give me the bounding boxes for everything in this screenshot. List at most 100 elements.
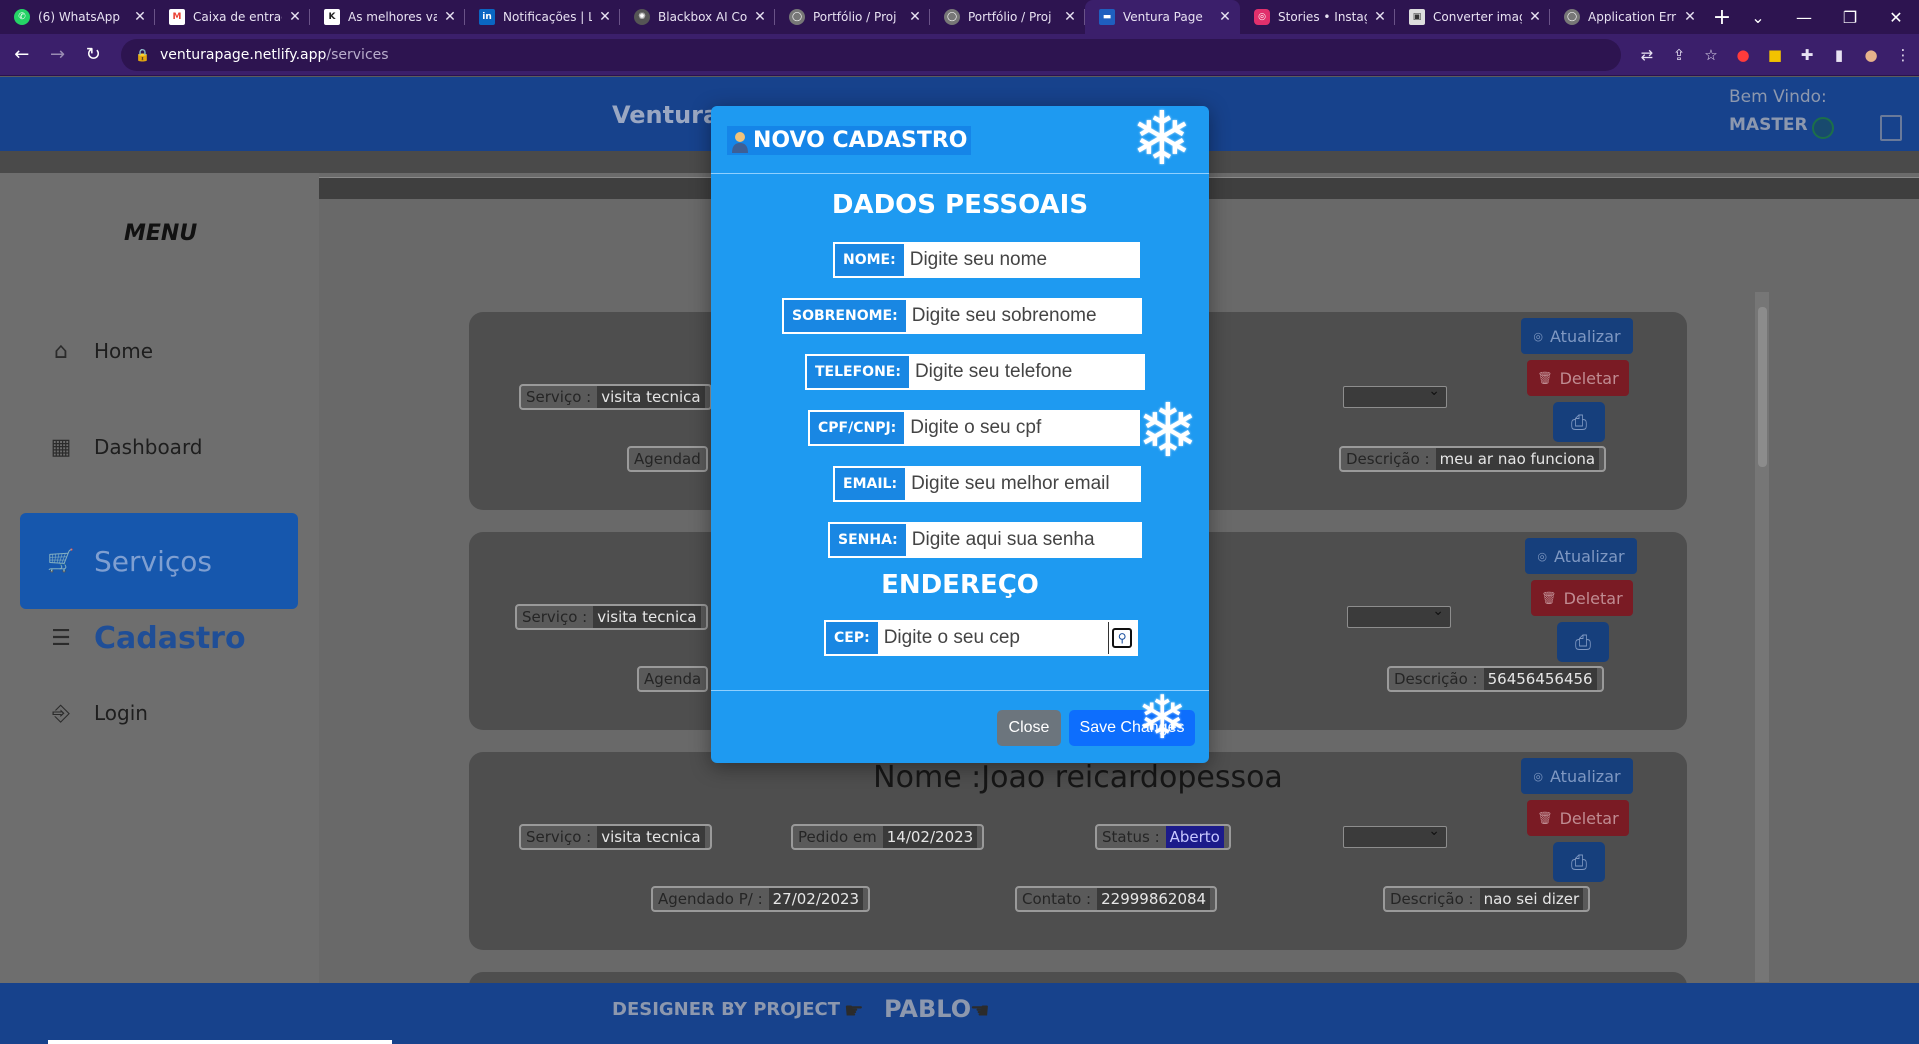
telefone-input[interactable] xyxy=(910,356,1143,388)
status-select[interactable] xyxy=(1343,823,1447,848)
restore-icon[interactable]: ❐ xyxy=(1827,8,1873,27)
sidebar: MENU ⌂ Home ▦ Dashboard 🛒 Serviços ☰ Cad… xyxy=(0,173,319,983)
deletar-button[interactable]: 🗑 Deletar xyxy=(1527,360,1629,396)
atualizar-button[interactable]: ◎ Atualizar xyxy=(1525,538,1637,574)
tab-title: Ventura Page xyxy=(1123,10,1203,24)
sobrenome-input[interactable] xyxy=(907,300,1140,332)
status-select[interactable] xyxy=(1347,603,1451,628)
cpf-input[interactable] xyxy=(906,412,1139,444)
scrollbar-thumb[interactable] xyxy=(1758,307,1767,467)
close-icon[interactable]: ✕ xyxy=(1063,9,1077,25)
logout-icon[interactable] xyxy=(1880,115,1902,141)
service-card: Nome :Joao reicardopessoa Serviço : visi… xyxy=(469,752,1687,950)
close-icon[interactable]: ✕ xyxy=(1373,9,1387,25)
close-button[interactable]: Close xyxy=(997,710,1061,746)
site-title: Ventura xyxy=(612,101,720,129)
close-icon[interactable]: ✕ xyxy=(1218,9,1232,25)
cep-search-button[interactable]: ⚲ xyxy=(1107,622,1136,654)
pedido-chip: Pedido em 14/02/2023 xyxy=(791,824,985,850)
browser-menu-icon[interactable]: ⋮ xyxy=(1887,46,1919,64)
tab-converter[interactable]: ▣ Converter imag ✕ xyxy=(1395,0,1550,34)
sidebar-item-servicos[interactable]: 🛒 Serviços xyxy=(20,513,298,609)
extension-yellow-icon[interactable]: ■ xyxy=(1759,46,1791,64)
profile-avatar-icon[interactable]: ● xyxy=(1855,46,1887,64)
bookmark-star-icon[interactable]: ☆ xyxy=(1695,46,1727,64)
reload-icon[interactable]: ↻ xyxy=(79,41,107,69)
chip-label: Agendad xyxy=(634,450,701,468)
close-icon[interactable]: ✕ xyxy=(908,9,922,25)
new-tab-button[interactable]: + xyxy=(1705,0,1739,34)
deletar-button[interactable]: 🗑 Deletar xyxy=(1531,580,1633,616)
chip-value: visita tecnica xyxy=(593,606,701,628)
servico-chip: Serviço : visita tecnica xyxy=(515,604,708,630)
status-select[interactable] xyxy=(1343,383,1447,408)
address-bar: ← → ↻ 🔒 venturapage.netlify.app/services… xyxy=(0,34,1919,76)
button-label: Deletar xyxy=(1559,808,1619,828)
close-icon[interactable]: ✕ xyxy=(133,9,147,25)
close-icon[interactable]: ✕ xyxy=(1683,9,1697,25)
url-path: /services xyxy=(326,46,389,63)
minimize-icon[interactable]: — xyxy=(1781,8,1827,27)
extensions-puzzle-icon[interactable]: ✚ xyxy=(1791,46,1823,64)
button-label: Atualizar xyxy=(1550,326,1621,346)
tab-instagram[interactable]: ◎ Stories • Instag ✕ xyxy=(1240,0,1395,34)
deletar-button[interactable]: 🗑 Deletar xyxy=(1527,800,1629,836)
button-label: Atualizar xyxy=(1554,546,1625,566)
cep-input[interactable] xyxy=(879,622,1108,654)
section-endereco: ENDEREÇO xyxy=(881,570,1039,600)
sidebar-item-label: Dashboard xyxy=(94,435,203,459)
trash-icon: 🗑 xyxy=(1537,811,1553,825)
tab-kaggle[interactable]: K As melhores va ✕ xyxy=(310,0,465,34)
sidebar-item-home[interactable]: ⌂ Home xyxy=(20,331,298,371)
refresh-icon: ◎ xyxy=(1537,549,1548,563)
side-panel-icon[interactable]: ▮ xyxy=(1823,46,1855,64)
snowflake-icon: ❄ xyxy=(1131,96,1194,182)
tab-title: (6) WhatsApp xyxy=(38,10,121,24)
translate-icon[interactable]: ⇄ xyxy=(1631,46,1663,64)
field-label: SENHA: xyxy=(830,524,908,556)
tab-portfolio-1[interactable]: ◯ Portfólio / Proj ✕ xyxy=(775,0,930,34)
sidebar-item-login[interactable]: ⎆ Login xyxy=(20,693,298,733)
close-icon[interactable]: ✕ xyxy=(598,9,612,25)
servico-chip: Serviço : visita tecnica xyxy=(519,384,712,410)
tab-search-icon[interactable]: ⌄ xyxy=(1735,8,1781,27)
section-dados-pessoais: DADOS PESSOAIS xyxy=(831,190,1089,220)
site-footer: DESIGNER BY PROJECT ☛ PABLO ☚ xyxy=(0,983,1919,1044)
descricao-chip: Descrição : nao sei dizer xyxy=(1383,886,1591,912)
atualizar-button[interactable]: ◎ Atualizar xyxy=(1521,758,1633,794)
chip-label: Pedido em xyxy=(798,828,877,846)
sidebar-item-cadastro[interactable]: ☰ Cadastro xyxy=(20,613,298,663)
tab-linkedin[interactable]: in Notificações | L ✕ xyxy=(465,0,620,34)
atualizar-button[interactable]: ◎ Atualizar xyxy=(1521,318,1633,354)
extension-red-icon[interactable]: ● xyxy=(1727,46,1759,64)
trash-icon: 🗑 xyxy=(1537,371,1553,385)
forward-icon[interactable]: → xyxy=(44,41,72,69)
tab-blackbox[interactable]: ✺ Blackbox AI Co ✕ xyxy=(620,0,775,34)
printer-icon: ⎙ xyxy=(1575,630,1591,654)
close-icon[interactable]: ✕ xyxy=(288,9,302,25)
close-icon[interactable]: ✕ xyxy=(1528,9,1542,25)
nome-input[interactable] xyxy=(905,244,1138,276)
tab-ventura-page[interactable]: ▬ Ventura Page ✕ xyxy=(1085,0,1240,34)
close-icon[interactable]: ✕ xyxy=(753,9,767,25)
share-icon[interactable]: ⇪ xyxy=(1663,46,1695,64)
back-icon[interactable]: ← xyxy=(8,41,36,69)
print-button[interactable]: ⎙ xyxy=(1553,842,1605,882)
tab-whatsapp[interactable]: ✆ (6) WhatsApp ✕ xyxy=(0,0,155,34)
close-icon[interactable]: ✕ xyxy=(443,9,457,25)
close-window-icon[interactable]: ✕ xyxy=(1873,8,1919,27)
print-button[interactable]: ⎙ xyxy=(1557,622,1609,662)
footer-credit: DESIGNER BY PROJECT xyxy=(612,999,841,1020)
chip-label: Status : xyxy=(1102,828,1160,846)
descricao-chip: Descrição : meu ar nao funciona xyxy=(1339,446,1607,472)
url-field[interactable]: 🔒 venturapage.netlify.app/services xyxy=(121,38,1622,71)
whatsapp-icon: ✆ xyxy=(14,9,30,25)
email-input[interactable] xyxy=(907,468,1140,500)
chip-label: Contato : xyxy=(1022,890,1092,908)
sidebar-item-dashboard[interactable]: ▦ Dashboard xyxy=(20,427,298,467)
tab-application-error[interactable]: ◯ Application Err ✕ xyxy=(1550,0,1705,34)
senha-input[interactable] xyxy=(907,524,1140,556)
print-button[interactable]: ⎙ xyxy=(1553,402,1605,442)
tab-portfolio-2[interactable]: ◯ Portfólio / Proj ✕ xyxy=(930,0,1085,34)
tab-gmail[interactable]: M Caixa de entrada ✕ xyxy=(155,0,310,34)
